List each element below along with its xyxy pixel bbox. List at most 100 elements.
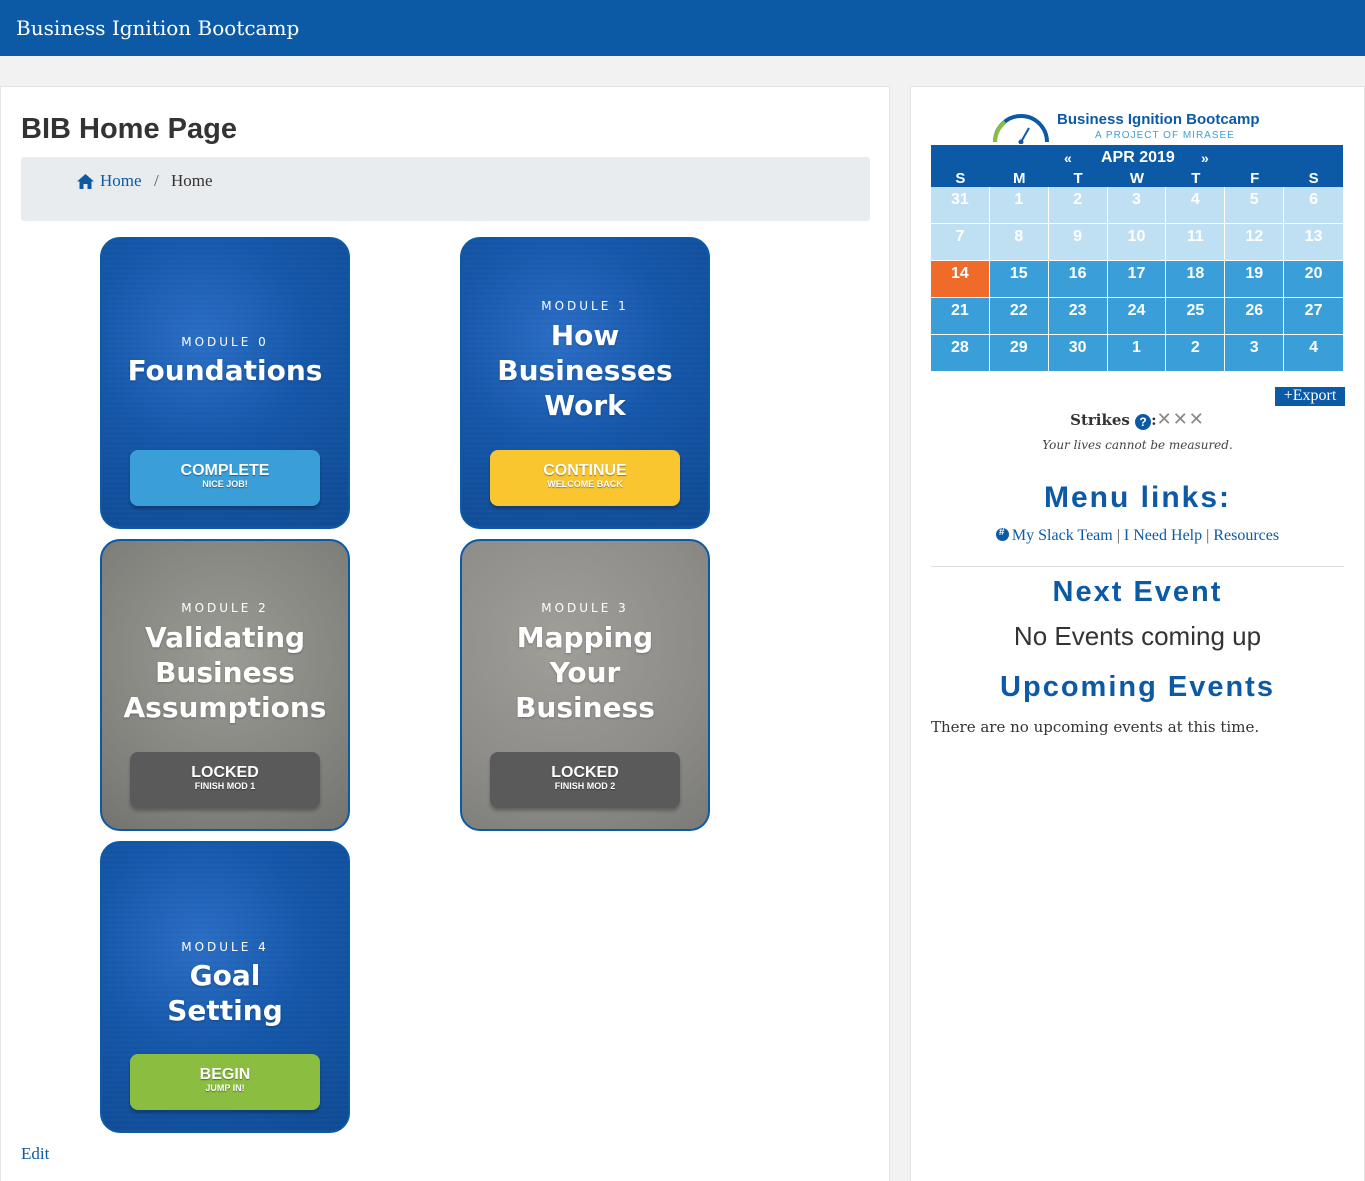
slack-icon <box>995 527 1009 541</box>
calendar-day[interactable]: 1 <box>1107 335 1167 372</box>
locked-button[interactable]: LOCKED FINISH MOD 2 <box>490 752 680 808</box>
module-card-3[interactable]: MODULE 3 Mapping Your Business LOCKED FI… <box>460 539 710 831</box>
button-sublabel: WELCOME BACK <box>547 479 623 489</box>
calendar-day[interactable]: 11 <box>1166 224 1226 261</box>
calendar-day[interactable]: 5 <box>1225 187 1285 224</box>
button-label: LOCKED <box>551 764 619 781</box>
top-bar: Business Ignition Bootcamp <box>0 0 1365 56</box>
module-card-4[interactable]: MODULE 4 Goal Setting BEGIN JUMP IN! <box>100 841 350 1133</box>
divider <box>931 566 1344 567</box>
weekday-label: W <box>1129 170 1145 187</box>
begin-button[interactable]: BEGIN JUMP IN! <box>130 1054 320 1110</box>
calendar-next-button[interactable]: » <box>1201 150 1209 166</box>
calendar-day[interactable]: 29 <box>989 335 1049 372</box>
module-label: MODULE 4 <box>181 940 269 954</box>
button-label: CONTINUE <box>543 462 627 479</box>
page-title: BIB Home Page <box>21 113 237 145</box>
calendar-day[interactable]: 1 <box>989 187 1049 224</box>
strike-x-icons: ✕✕✕ <box>1156 409 1205 430</box>
calendar-day[interactable]: 3 <box>1225 335 1285 372</box>
module-title: Validating Business Assumptions <box>123 621 327 724</box>
breadcrumb-separator: / <box>154 171 159 190</box>
resources-link[interactable]: Resources <box>1213 527 1279 544</box>
calendar-day[interactable]: 31 <box>931 187 990 224</box>
button-label: BEGIN <box>199 1066 251 1083</box>
continue-button[interactable]: CONTINUE WELCOME BACK <box>490 450 680 506</box>
calendar-day[interactable]: 16 <box>1048 261 1108 298</box>
locked-button[interactable]: LOCKED FINISH MOD 1 <box>130 752 320 808</box>
calendar-day[interactable]: 13 <box>1284 224 1343 261</box>
speedometer-icon <box>993 114 1049 144</box>
calendar-day[interactable]: 4 <box>1166 187 1226 224</box>
need-help-link[interactable]: I Need Help <box>1124 527 1202 544</box>
module-title: Goal Setting <box>167 959 283 1027</box>
link-separator: | <box>1206 527 1210 544</box>
slack-team-link[interactable]: My Slack Team <box>1012 527 1113 544</box>
calendar-day[interactable]: 9 <box>1048 224 1108 261</box>
help-icon[interactable]: ? <box>1135 414 1152 430</box>
complete-button[interactable]: COMPLETE NICE JOB! <box>130 450 320 506</box>
weekday-label: T <box>1191 170 1201 187</box>
calendar-day[interactable]: 3 <box>1107 187 1167 224</box>
calendar-day[interactable]: 2 <box>1048 187 1108 224</box>
module-title: Foundations <box>127 354 323 387</box>
calendar-day[interactable]: 25 <box>1166 298 1226 335</box>
calendar-month: APR 2019 <box>1101 149 1175 166</box>
link-separator: | <box>1116 527 1120 544</box>
calendar-day[interactable]: 19 <box>1225 261 1285 298</box>
calendar-day[interactable]: 12 <box>1225 224 1285 261</box>
module-label: MODULE 0 <box>181 335 269 349</box>
calendar-day[interactable]: 2 <box>1166 335 1226 372</box>
logo-title: Business Ignition Bootcamp <box>1057 111 1260 128</box>
upcoming-events-text: There are no upcoming events at this tim… <box>931 718 1260 736</box>
button-sublabel: JUMP IN! <box>205 1083 245 1093</box>
calendar-day[interactable]: 15 <box>989 261 1049 298</box>
calendar-day[interactable]: 26 <box>1225 298 1285 335</box>
calendar-day[interactable]: 7 <box>931 224 990 261</box>
calendar-day[interactable]: 23 <box>1048 298 1108 335</box>
calendar-grid: 31 1 2 3 4 5 6 7 8 9 10 11 12 13 14 15 16 17 18 19 20 21 22 23 2… <box>931 187 1343 372</box>
calendar-header: « APR 2019 » <box>931 145 1343 171</box>
calendar-day[interactable]: 30 <box>1048 335 1108 372</box>
upcoming-events-heading: Upcoming Events <box>1000 671 1275 703</box>
calendar-day-today[interactable]: 14 <box>931 261 990 298</box>
calendar-day[interactable]: 6 <box>1284 187 1343 224</box>
module-label: MODULE 2 <box>181 601 269 615</box>
edit-link[interactable]: Edit <box>21 1144 49 1164</box>
calendar-day[interactable]: 18 <box>1166 261 1226 298</box>
breadcrumb: Home / Home <box>21 157 870 221</box>
module-card-0[interactable]: MODULE 0 Foundations COMPLETE NICE JOB! <box>100 237 350 529</box>
calendar-day[interactable]: 17 <box>1107 261 1167 298</box>
strikes-label: Strikes <box>1070 411 1130 429</box>
export-button[interactable]: +Export <box>1275 387 1345 406</box>
breadcrumb-home-link[interactable]: Home <box>77 171 142 191</box>
button-sublabel: FINISH MOD 2 <box>554 781 616 791</box>
bib-logo: Business Ignition Bootcamp A PROJECT OF … <box>991 109 1291 145</box>
calendar-day[interactable]: 20 <box>1284 261 1343 298</box>
calendar-day[interactable]: 8 <box>989 224 1049 261</box>
module-card-2[interactable]: MODULE 2 Validating Business Assumptions… <box>100 539 350 831</box>
button-sublabel: NICE JOB! <box>202 479 248 489</box>
calendar-day[interactable]: 24 <box>1107 298 1167 335</box>
button-label: LOCKED <box>191 764 259 781</box>
module-label: MODULE 3 <box>541 601 629 615</box>
weekday-label: T <box>1073 170 1083 187</box>
weekday-label: S <box>955 170 966 187</box>
calendar-prev-button[interactable]: « <box>1064 150 1072 166</box>
sidebar-panel: Business Ignition Bootcamp A PROJECT OF … <box>910 86 1365 1181</box>
home-icon <box>77 173 94 189</box>
weekday-label: F <box>1250 170 1260 187</box>
calendar-day[interactable]: 27 <box>1284 298 1343 335</box>
calendar-day[interactable]: 22 <box>989 298 1049 335</box>
strikes: Strikes ?:✕✕✕ <box>911 409 1364 430</box>
weekday-label: S <box>1308 170 1319 187</box>
site-title[interactable]: Business Ignition Bootcamp <box>16 16 299 40</box>
calendar-day[interactable]: 10 <box>1107 224 1167 261</box>
button-sublabel: FINISH MOD 1 <box>194 781 256 791</box>
calendar-day[interactable]: 28 <box>931 335 990 372</box>
menu-links-heading: Menu links: <box>1043 481 1231 514</box>
main-panel: BIB Home Page Home / Home MODULE 0 Found… <box>0 86 890 1181</box>
module-card-1[interactable]: MODULE 1 How Businesses Work CONTINUE WE… <box>460 237 710 529</box>
calendar-day[interactable]: 4 <box>1284 335 1343 372</box>
calendar-day[interactable]: 21 <box>931 298 990 335</box>
